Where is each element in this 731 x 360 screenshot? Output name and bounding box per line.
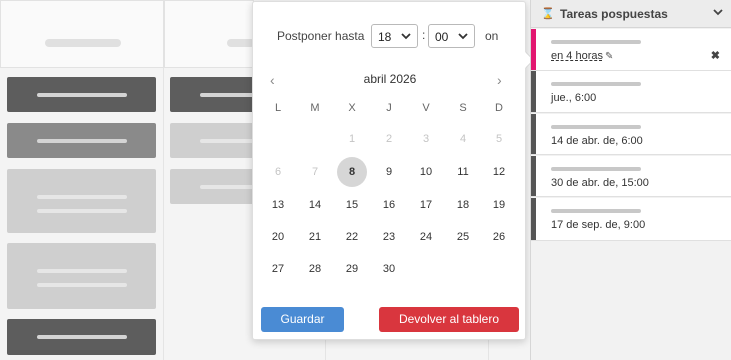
calendar-day[interactable]: 17 bbox=[411, 190, 441, 220]
calendar-day[interactable]: 10 bbox=[411, 157, 441, 187]
calendar-day[interactable]: 6 bbox=[263, 157, 293, 187]
calendar-day[interactable]: 26 bbox=[484, 222, 514, 252]
board-card[interactable] bbox=[170, 169, 254, 204]
calendar-day[interactable]: 9 bbox=[374, 157, 404, 187]
postpone-on-label: on bbox=[485, 29, 499, 43]
time-separator: : bbox=[422, 28, 426, 42]
pencil-icon[interactable]: ✎ bbox=[605, 51, 613, 62]
board-card[interactable] bbox=[7, 319, 156, 355]
next-month-button[interactable]: › bbox=[497, 72, 502, 88]
postpone-label: Postponer hasta bbox=[277, 29, 365, 43]
column-header bbox=[164, 0, 255, 68]
postponed-tasks-panel: ⌛ Tareas pospuestas en 4 horas ✎ ✖ jue., 6:… bbox=[530, 0, 731, 360]
task-postponed-until: jue., 6:00 bbox=[551, 92, 597, 104]
task-title-placeholder bbox=[551, 125, 641, 129]
postpone-popover: Postponer hasta 18 : 00 on ‹ abril 2026 … bbox=[252, 1, 534, 340]
calendar-day[interactable]: 15 bbox=[337, 190, 367, 220]
calendar-day[interactable]: 12 bbox=[484, 157, 514, 187]
close-icon[interactable]: ✖ bbox=[711, 49, 720, 62]
chevron-down-icon bbox=[400, 30, 412, 45]
board-card[interactable] bbox=[170, 123, 254, 158]
calendar-day[interactable]: 13 bbox=[263, 190, 293, 220]
task-color-stripe bbox=[531, 114, 536, 154]
calendar-day[interactable]: 4 bbox=[448, 124, 478, 154]
board-card[interactable] bbox=[7, 77, 156, 112]
calendar-day[interactable]: 14 bbox=[300, 190, 330, 220]
calendar-day[interactable]: 24 bbox=[411, 222, 441, 252]
panel-title: Tareas pospuestas bbox=[560, 7, 668, 21]
calendar-day[interactable]: 2 bbox=[374, 124, 404, 154]
task-postponed-until: 17 de sep. de, 9:00 bbox=[551, 219, 646, 231]
weekday-label: L bbox=[274, 102, 282, 114]
calendar-day[interactable]: 16 bbox=[374, 190, 404, 220]
calendar-day[interactable]: 22 bbox=[337, 222, 367, 252]
weekday-label: J bbox=[386, 102, 392, 114]
task-color-stripe bbox=[531, 198, 536, 240]
task-color-stripe bbox=[531, 29, 536, 70]
postponed-task[interactable]: 14 de abr. de, 6:00 bbox=[531, 114, 731, 155]
weekday-label: M bbox=[310, 102, 320, 114]
postponed-task[interactable]: en 4 horas ✎ ✖ bbox=[531, 29, 731, 71]
task-color-stripe bbox=[531, 156, 536, 196]
board-card[interactable] bbox=[7, 169, 156, 233]
weekday-label: S bbox=[459, 102, 467, 114]
hour-value: 18 bbox=[378, 30, 392, 44]
calendar-day[interactable]: 19 bbox=[484, 190, 514, 220]
task-title-placeholder bbox=[551, 209, 641, 213]
chevron-down-icon bbox=[457, 30, 469, 45]
weekday-label: V bbox=[422, 102, 430, 114]
hourglass-icon: ⌛ bbox=[541, 8, 555, 20]
calendar-day[interactable]: 20 bbox=[263, 222, 293, 252]
calendar-day[interactable]: 30 bbox=[374, 254, 404, 284]
hour-select[interactable]: 18 bbox=[371, 24, 418, 48]
postponed-task[interactable]: 30 de abr. de, 15:00 bbox=[531, 156, 731, 197]
weekday-label: X bbox=[348, 102, 356, 114]
calendar-day[interactable]: 11 bbox=[448, 157, 478, 187]
task-title-placeholder bbox=[551, 40, 641, 44]
minute-value: 00 bbox=[435, 30, 449, 44]
calendar-day[interactable]: 8 bbox=[337, 157, 367, 187]
calendar-day[interactable]: 1 bbox=[337, 124, 367, 154]
chevron-down-icon[interactable] bbox=[712, 6, 724, 21]
task-title-placeholder bbox=[551, 167, 641, 171]
task-color-stripe bbox=[531, 71, 536, 112]
board-card[interactable] bbox=[7, 243, 156, 309]
calendar-day[interactable]: 3 bbox=[411, 124, 441, 154]
calendar-day[interactable]: 18 bbox=[448, 190, 478, 220]
return-to-board-button[interactable]: Devolver al tablero bbox=[379, 307, 519, 332]
calendar-day[interactable]: 7 bbox=[300, 157, 330, 187]
month-label: abril 2026 bbox=[363, 72, 417, 86]
board-card[interactable] bbox=[170, 77, 254, 112]
board-card[interactable] bbox=[7, 123, 156, 158]
calendar-day[interactable]: 29 bbox=[337, 254, 367, 284]
task-postponed-until[interactable]: en 4 horas bbox=[551, 50, 603, 62]
task-title-placeholder bbox=[551, 82, 641, 86]
calendar-day[interactable]: 5 bbox=[484, 124, 514, 154]
calendar-day[interactable]: 28 bbox=[300, 254, 330, 284]
postponed-task[interactable]: jue., 6:00 bbox=[531, 71, 731, 113]
calendar-day[interactable]: 23 bbox=[374, 222, 404, 252]
weekday-label: D bbox=[495, 102, 503, 114]
column-divider bbox=[163, 68, 164, 360]
column-header bbox=[0, 0, 164, 68]
minute-select[interactable]: 00 bbox=[428, 24, 475, 48]
calendar-day[interactable]: 25 bbox=[448, 222, 478, 252]
panel-header[interactable]: ⌛ Tareas pospuestas bbox=[531, 0, 731, 28]
postponed-task[interactable]: 17 de sep. de, 9:00 bbox=[531, 198, 731, 241]
calendar-day[interactable]: 27 bbox=[263, 254, 293, 284]
calendar-day[interactable]: 21 bbox=[300, 222, 330, 252]
task-postponed-until: 30 de abr. de, 15:00 bbox=[551, 177, 649, 189]
save-button[interactable]: Guardar bbox=[261, 307, 344, 332]
task-postponed-until: 14 de abr. de, 6:00 bbox=[551, 135, 643, 147]
